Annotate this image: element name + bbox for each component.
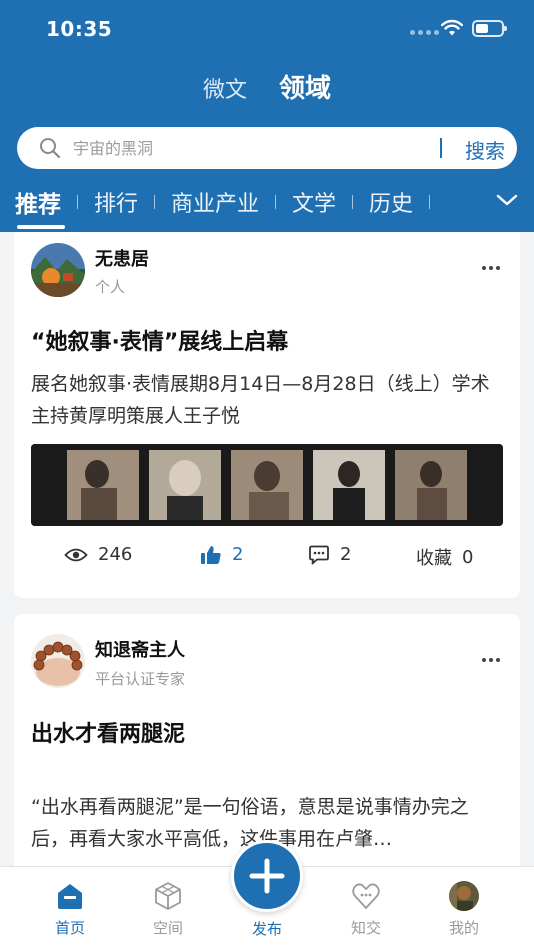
- category-divider: [77, 195, 78, 209]
- heart-chat-icon: [352, 883, 380, 909]
- top-tabs: 微文 领域: [0, 68, 534, 105]
- post-title[interactable]: 出水才看两腿泥: [31, 716, 185, 748]
- post-image[interactable]: [31, 444, 503, 526]
- more-options-icon[interactable]: [482, 658, 500, 662]
- author-avatar[interactable]: [31, 634, 85, 688]
- author-name[interactable]: 无患居: [95, 245, 149, 271]
- tab-me-label: 我的: [448, 919, 479, 937]
- favorite-label: 收藏: [416, 548, 452, 569]
- tab-space-label: 空间: [152, 919, 183, 937]
- post-excerpt[interactable]: 展名她叙事·表情展期8月14日—8月28日（线上）学术主持黄厚明策展人王子悦: [31, 368, 503, 432]
- publish-label: 发布: [251, 920, 282, 938]
- search-button[interactable]: 搜索: [465, 135, 505, 164]
- favorite-button[interactable]: 收藏 0: [416, 544, 473, 570]
- category-bar: 推荐 排行 商业产业 文学 历史: [0, 180, 534, 232]
- category-divider: [352, 195, 354, 209]
- comment-button[interactable]: 2: [308, 544, 351, 565]
- comment-icon: [309, 545, 329, 564]
- views-count: 246: [98, 544, 133, 565]
- category-divider: [429, 195, 431, 209]
- favorites-count: 0: [462, 546, 474, 568]
- photo-collage: [31, 444, 503, 526]
- author-name[interactable]: 知退斋主人: [95, 636, 185, 662]
- home-icon: [58, 884, 82, 909]
- tab-friends[interactable]: 知交: [326, 881, 406, 938]
- search-input[interactable]: [73, 135, 413, 161]
- post-stats: 246 2 2 收藏 0: [14, 544, 520, 574]
- author-subtitle: 平台认证专家: [95, 670, 186, 688]
- search-bar: 搜索: [17, 127, 517, 169]
- category-history[interactable]: 历史: [369, 186, 413, 218]
- author-avatar[interactable]: [31, 243, 85, 297]
- category-list: 推荐 排行 商业产业 文学 历史: [15, 185, 446, 229]
- tab-weiwen[interactable]: 微文: [203, 72, 247, 104]
- category-divider: [154, 195, 156, 209]
- post-title[interactable]: “她叙事·表情”展线上启幕: [31, 324, 288, 356]
- likes-count: 2: [232, 544, 244, 565]
- author-subtitle: 个人: [95, 278, 126, 296]
- status-time: 10:35: [46, 17, 113, 41]
- tab-space[interactable]: 空间: [128, 881, 208, 938]
- search-divider: [440, 138, 442, 158]
- search-icon: [40, 138, 61, 159]
- wifi-icon: [441, 19, 463, 36]
- tab-home-label: 首页: [54, 919, 85, 937]
- app-header: 10:35 微文 领域 搜索 推荐 排行 商业产业 文学: [0, 0, 534, 232]
- category-ranking[interactable]: 排行: [94, 186, 138, 218]
- eye-icon: [64, 548, 88, 561]
- cellular-signal-icon: [410, 30, 439, 35]
- category-literature[interactable]: 文学: [292, 186, 336, 218]
- category-recommend[interactable]: 推荐: [15, 185, 65, 229]
- category-business[interactable]: 商业产业: [171, 186, 259, 218]
- post-card[interactable]: 无患居 个人 “她叙事·表情”展线上启幕 展名她叙事·表情展期8月14日—8月2…: [14, 232, 520, 598]
- category-divider: [275, 195, 277, 209]
- tab-lingyu[interactable]: 领域: [279, 68, 331, 105]
- publish-button[interactable]: [231, 840, 303, 912]
- battery-icon: [472, 20, 507, 37]
- more-options-icon[interactable]: [482, 266, 500, 270]
- cube-icon: [155, 882, 181, 910]
- tab-home[interactable]: 首页: [30, 881, 110, 938]
- plus-icon: [249, 858, 285, 894]
- chevron-down-icon[interactable]: [496, 192, 518, 208]
- like-button[interactable]: 2: [200, 544, 243, 565]
- views-stat: 246: [64, 544, 132, 565]
- tab-friends-label: 知交: [350, 919, 381, 937]
- thumbs-up-icon: [201, 545, 221, 564]
- avatar-icon: [449, 881, 479, 911]
- tab-me[interactable]: 我的: [424, 881, 504, 938]
- status-bar: 10:35: [0, 0, 534, 60]
- comments-count: 2: [340, 544, 352, 565]
